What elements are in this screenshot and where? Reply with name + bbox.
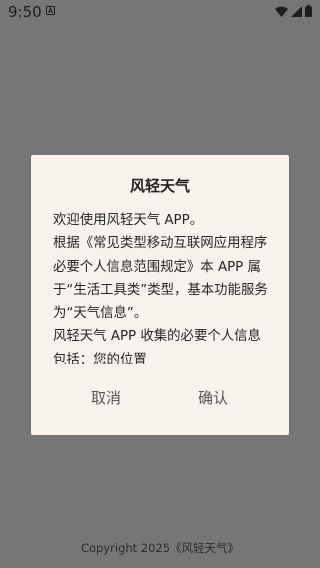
battery-icon xyxy=(305,5,312,17)
dialog-paragraph-regulation: 根据《常见类型移动互联网应用程序必要个人信息范围规定》本 APP 属于“生活工具… xyxy=(53,236,268,322)
dialog-paragraph-welcome: 欢迎使用风轻天气 APP。 xyxy=(53,213,204,228)
status-time: 9:50 xyxy=(8,3,42,21)
privacy-dialog: 风轻天气 欢迎使用风轻天气 APP。 根据《常见类型移动互联网应用程序必要个人信… xyxy=(31,155,289,435)
wifi-icon xyxy=(275,6,288,17)
signal-icon xyxy=(291,5,302,17)
confirm-button[interactable]: 确认 xyxy=(198,387,228,409)
dialog-body[interactable]: 欢迎使用风轻天气 APP。 根据《常见类型移动互联网应用程序必要个人信息范围规定… xyxy=(53,209,269,364)
copyright-footer: Copyright 2025《风轻天气》 xyxy=(80,541,240,555)
status-icons xyxy=(275,5,312,17)
a-badge-icon xyxy=(46,6,55,15)
status-bar: 9:50 xyxy=(0,0,320,24)
cancel-button[interactable]: 取消 xyxy=(91,387,121,409)
dialog-title: 风轻天气 xyxy=(129,177,190,195)
dialog-paragraph-collected-info: 风轻天气 APP 收集的必要个人信息包括：您的位置 xyxy=(53,329,261,364)
